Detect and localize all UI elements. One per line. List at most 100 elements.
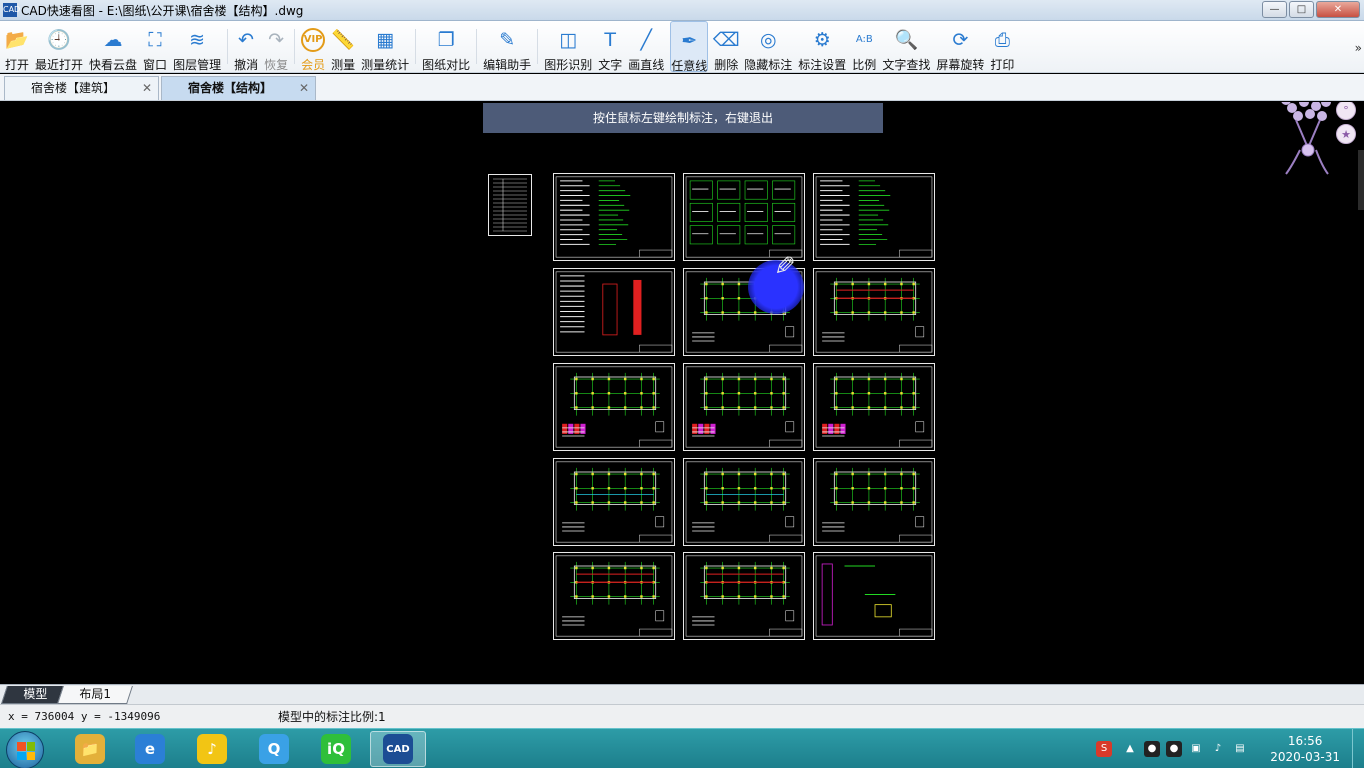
annotation-scale-status: 模型中的标注比例:1: [278, 710, 386, 724]
toolbar-label: 画直线: [628, 58, 665, 72]
toolbar-label: 测量: [331, 58, 356, 72]
taskbar-internet-explorer[interactable]: e: [122, 731, 178, 767]
toolbar-button-freehand-pen[interactable]: ✒ 任意线: [670, 21, 709, 73]
drawing-sheet: [813, 458, 935, 546]
toolbar-button-layers[interactable]: ≋ 图层管理: [173, 21, 221, 72]
measure-stats-icon: ▦: [376, 29, 395, 51]
drawing-sheet: [553, 458, 675, 546]
taskbar-file-explorer[interactable]: 📁: [62, 731, 118, 767]
toolbar-button-edit-helper[interactable]: ✎ 编辑助手: [483, 21, 531, 72]
volume-icon[interactable]: ♪: [1210, 741, 1226, 757]
ime-toolbar: 中 ° ★: [1336, 102, 1358, 168]
shape-recognize-icon: ◫: [559, 29, 578, 51]
toolbar-button-undo[interactable]: ↶ 撤消: [234, 21, 258, 72]
clock[interactable]: 16:56 2020-03-31: [1270, 733, 1340, 765]
redo-icon: ↷: [268, 29, 285, 51]
toolbar-button-text-search[interactable]: 🔍 文字查找: [882, 21, 930, 72]
drawing-sheet: [553, 363, 675, 451]
maximize-button[interactable]: □: [1289, 1, 1314, 18]
system-tray: S ▲ ● ● ▣ ♪ ▤ 16:56 2020-03-31: [1084, 729, 1364, 768]
drawing-sheet: [813, 173, 935, 261]
drawing-sheet: [683, 458, 805, 546]
ime-skin-button[interactable]: ★: [1336, 124, 1356, 144]
toolbar-button-redo[interactable]: ↷ 恢复: [264, 21, 288, 72]
toolbar-label: 图纸对比: [422, 58, 471, 72]
qq-second-icon[interactable]: ●: [1166, 741, 1182, 757]
toolbar-button-measure-stats[interactable]: ▦ 测量统计: [361, 21, 409, 72]
toolbar-button-text[interactable]: T 文字: [598, 21, 622, 72]
toolbar-label: 比例: [852, 58, 877, 72]
hide-annotation-icon: ◎: [759, 29, 777, 51]
drawing-index-sheet: [488, 174, 532, 236]
drawing-sheet: [683, 363, 805, 451]
toolbar-button-scale[interactable]: A:B 比例: [852, 21, 876, 72]
toolbar-label: 标注设置: [798, 58, 847, 72]
toolbar-button-screen-rotate[interactable]: ⟳ 屏幕旋转: [936, 21, 984, 72]
toolbar-separator: [476, 29, 478, 64]
tab-label: 宿舍楼【结构】: [188, 81, 273, 95]
toolbar-button-hide-annotation[interactable]: ◎ 隐藏标注: [744, 21, 792, 72]
status-bar: x = 736004 y = -1349096 模型中的标注比例:1: [0, 704, 1364, 728]
layers-icon: ≋: [189, 29, 206, 51]
toolbar-button-eraser[interactable]: ⌫ 删除: [713, 21, 740, 72]
tab-architecture[interactable]: 宿舍楼【建筑】 ✕: [4, 76, 159, 100]
toolbar-label: 测量统计: [361, 58, 410, 72]
usb-device-icon[interactable]: ▣: [1188, 741, 1204, 757]
toolbar-label: 打开: [5, 58, 30, 72]
toolbar-button-folder-open[interactable]: 📂 打开: [5, 21, 29, 72]
toolbar-button-vip[interactable]: VIP 会员: [301, 21, 325, 72]
toolbar-more-icon[interactable]: »: [1355, 41, 1362, 55]
taskbar-browser-q[interactable]: Q: [246, 731, 302, 767]
minimize-button[interactable]: —: [1262, 1, 1287, 18]
tab-structure[interactable]: 宿舍楼【结构】 ✕: [161, 76, 316, 100]
close-tab-icon[interactable]: ✕: [142, 77, 152, 99]
qq-icon[interactable]: ●: [1144, 741, 1160, 757]
tab-layout1[interactable]: 布局1: [57, 686, 133, 704]
taskbar-music-player[interactable]: ♪: [184, 731, 240, 767]
folder-open-icon: 📂: [5, 29, 29, 51]
taskbar-iqiyi[interactable]: iQ: [308, 731, 364, 767]
network-icon[interactable]: ▤: [1232, 741, 1248, 757]
toolbar-label: 会员: [301, 58, 326, 72]
toolbar-button-ruler[interactable]: 📏 测量: [331, 21, 355, 72]
music-player-icon: ♪: [197, 734, 227, 764]
toolbar-button-shape-recognize[interactable]: ◫ 图形识别: [544, 21, 592, 72]
recent-clock-icon: 🕘: [47, 29, 71, 51]
toolbar-button-annotation-settings[interactable]: ⚙ 标注设置: [798, 21, 846, 72]
toolbar-label: 隐藏标注: [744, 58, 793, 72]
drawing-sheet: [813, 363, 935, 451]
toolbar-label: 恢复: [264, 58, 289, 72]
tray-expand-icon[interactable]: ▲: [1122, 741, 1138, 757]
compare-icon: ❐: [437, 29, 455, 51]
clock-time: 16:56: [1287, 734, 1323, 748]
toolbar-button-line[interactable]: ╱ 画直线: [628, 21, 664, 72]
ime-punctuation-button[interactable]: °: [1336, 102, 1356, 120]
toolbar-button-compare[interactable]: ❐ 图纸对比: [422, 21, 470, 72]
toolbar-label: 删除: [714, 58, 739, 72]
toolbar-button-window-zoom[interactable]: ⛶ 窗口: [143, 21, 167, 72]
drawing-sheet: [683, 173, 805, 261]
file-explorer-icon: 📁: [75, 734, 105, 764]
drawing-canvas[interactable]: 按住鼠标左键绘制标注，右键退出 ✎ 中 ° ★: [0, 102, 1364, 684]
close-tab-icon[interactable]: ✕: [299, 77, 309, 99]
vertical-scrollbar[interactable]: [1358, 150, 1364, 210]
tab-label: 宿舍楼【建筑】: [31, 81, 116, 95]
show-desktop-button[interactable]: [1352, 729, 1364, 768]
start-button[interactable]: [6, 731, 44, 768]
window-zoom-icon: ⛶: [148, 29, 162, 51]
sogou-ime-icon[interactable]: S: [1096, 741, 1112, 757]
toolbar-button-printer[interactable]: ⎙ 打印: [990, 21, 1014, 72]
edit-helper-icon: ✎: [499, 29, 516, 51]
taskbar-cad-viewer[interactable]: CAD: [370, 731, 426, 767]
toolbar-label: 图层管理: [173, 58, 222, 72]
toolbar-separator: [415, 29, 417, 64]
close-button[interactable]: ✕: [1316, 1, 1360, 18]
toolbar-button-cloud[interactable]: ☁ 快看云盘: [89, 21, 137, 72]
cad-viewer-window: CAD CAD快速看图 - E:\图纸\公开课\宿舍楼【结构】.dwg — □ …: [0, 0, 1364, 768]
toolbar-separator: [537, 29, 539, 64]
toolbar-button-recent-clock[interactable]: 🕘 最近打开: [35, 21, 83, 72]
scale-icon: A:B: [855, 34, 873, 45]
drawing-sheet: [553, 173, 675, 261]
ruler-icon: 📏: [331, 29, 355, 51]
window-title: CAD快速看图 - E:\图纸\公开课\宿舍楼【结构】.dwg: [21, 3, 304, 18]
